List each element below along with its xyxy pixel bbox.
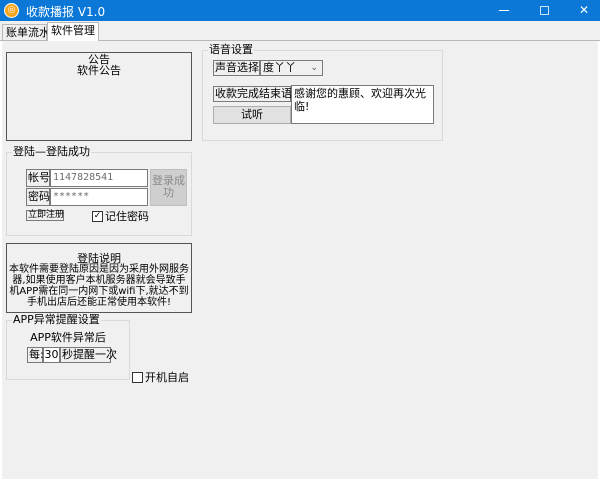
autostart-label: 开机自启 — [145, 371, 189, 384]
app-icon: ◎ — [4, 3, 19, 18]
alert-every-label: 每: — [27, 347, 44, 363]
alert-interval-input[interactable]: 30 — [43, 347, 60, 363]
window-title: 收款播报 V1.0 — [26, 5, 106, 19]
maximize-button[interactable] — [524, 0, 564, 21]
maximize-icon — [539, 6, 549, 15]
minimize-button[interactable] — [484, 0, 524, 21]
login-explanation-title: 登陆说明 — [77, 252, 121, 265]
login-legend: 登陆—登陆成功 — [12, 145, 91, 159]
tab-bill-flow[interactable]: 账单流水 — [2, 24, 50, 41]
notice-body: 软件公告 — [77, 64, 121, 77]
minimize-icon — [499, 10, 509, 11]
end-phrase-input[interactable]: 感谢您的惠顾、欢迎再次光临! — [291, 85, 434, 124]
voice-select-value: 度丫丫 — [263, 61, 296, 74]
end-phrase-label: 收款完成结束语: — [213, 86, 296, 102]
app-alert-description: APP软件异常后 — [30, 331, 106, 344]
notice-box: 公告 软件公告 — [6, 52, 192, 141]
voice-select[interactable]: 度丫丫 ⌄ — [260, 60, 323, 76]
tab-panel-content: 公告 软件公告 语音设置 声音选择: 度丫丫 ⌄ 收款完成结束语: 感谢您的惠顾… — [2, 41, 598, 479]
remember-password-label: 记住密码 — [105, 210, 149, 223]
title-bar: ◎ 收款播报 V1.0 ✕ — [0, 0, 600, 21]
login-group: 登陆—登陆成功 帐号: 1147828541 密码: ****** 登录成功 立… — [6, 145, 192, 236]
register-link[interactable]: 立即注册 — [26, 210, 64, 221]
voice-settings-group: 语音设置 声音选择: 度丫丫 ⌄ 收款完成结束语: 感谢您的惠顾、欢迎再次光临!… — [202, 43, 443, 141]
password-input[interactable]: ****** — [50, 188, 148, 206]
login-button[interactable]: 登录成功 — [150, 169, 187, 206]
app-alert-legend: APP异常提醒设置 — [12, 313, 101, 327]
autostart-checkbox[interactable] — [132, 372, 143, 383]
voice-settings-legend: 语音设置 — [208, 43, 254, 57]
app-alert-group: APP异常提醒设置 APP软件异常后 每: 30 秒提醒一次 — [6, 313, 130, 380]
close-button[interactable]: ✕ — [564, 0, 600, 21]
account-label: 帐号: — [26, 169, 54, 187]
tab-panel: 公告 软件公告 语音设置 声音选择: 度丫丫 ⌄ 收款完成结束语: 感谢您的惠顾… — [0, 40, 600, 480]
remember-password-checkbox[interactable]: ✓ — [92, 211, 103, 222]
voice-select-label: 声音选择: — [213, 60, 263, 76]
password-label: 密码: — [26, 188, 54, 206]
close-icon: ✕ — [578, 3, 590, 17]
alert-suffix-label: 秒提醒一次 — [60, 347, 117, 363]
login-explanation-body: 本软件需要登陆原因是因为采用外网服务器,如果使用客户本机服务器就会导致手机APP… — [9, 264, 189, 308]
check-icon: ✓ — [93, 211, 102, 221]
account-input[interactable]: 1147828541 — [50, 169, 148, 187]
try-listen-button[interactable]: 试听 — [213, 106, 291, 124]
tab-software-management[interactable]: 软件管理 — [47, 22, 99, 41]
chevron-down-icon: ⌄ — [310, 63, 318, 73]
login-explanation-box: 登陆说明 本软件需要登陆原因是因为采用外网服务器,如果使用客户本机服务器就会导致… — [6, 243, 192, 313]
